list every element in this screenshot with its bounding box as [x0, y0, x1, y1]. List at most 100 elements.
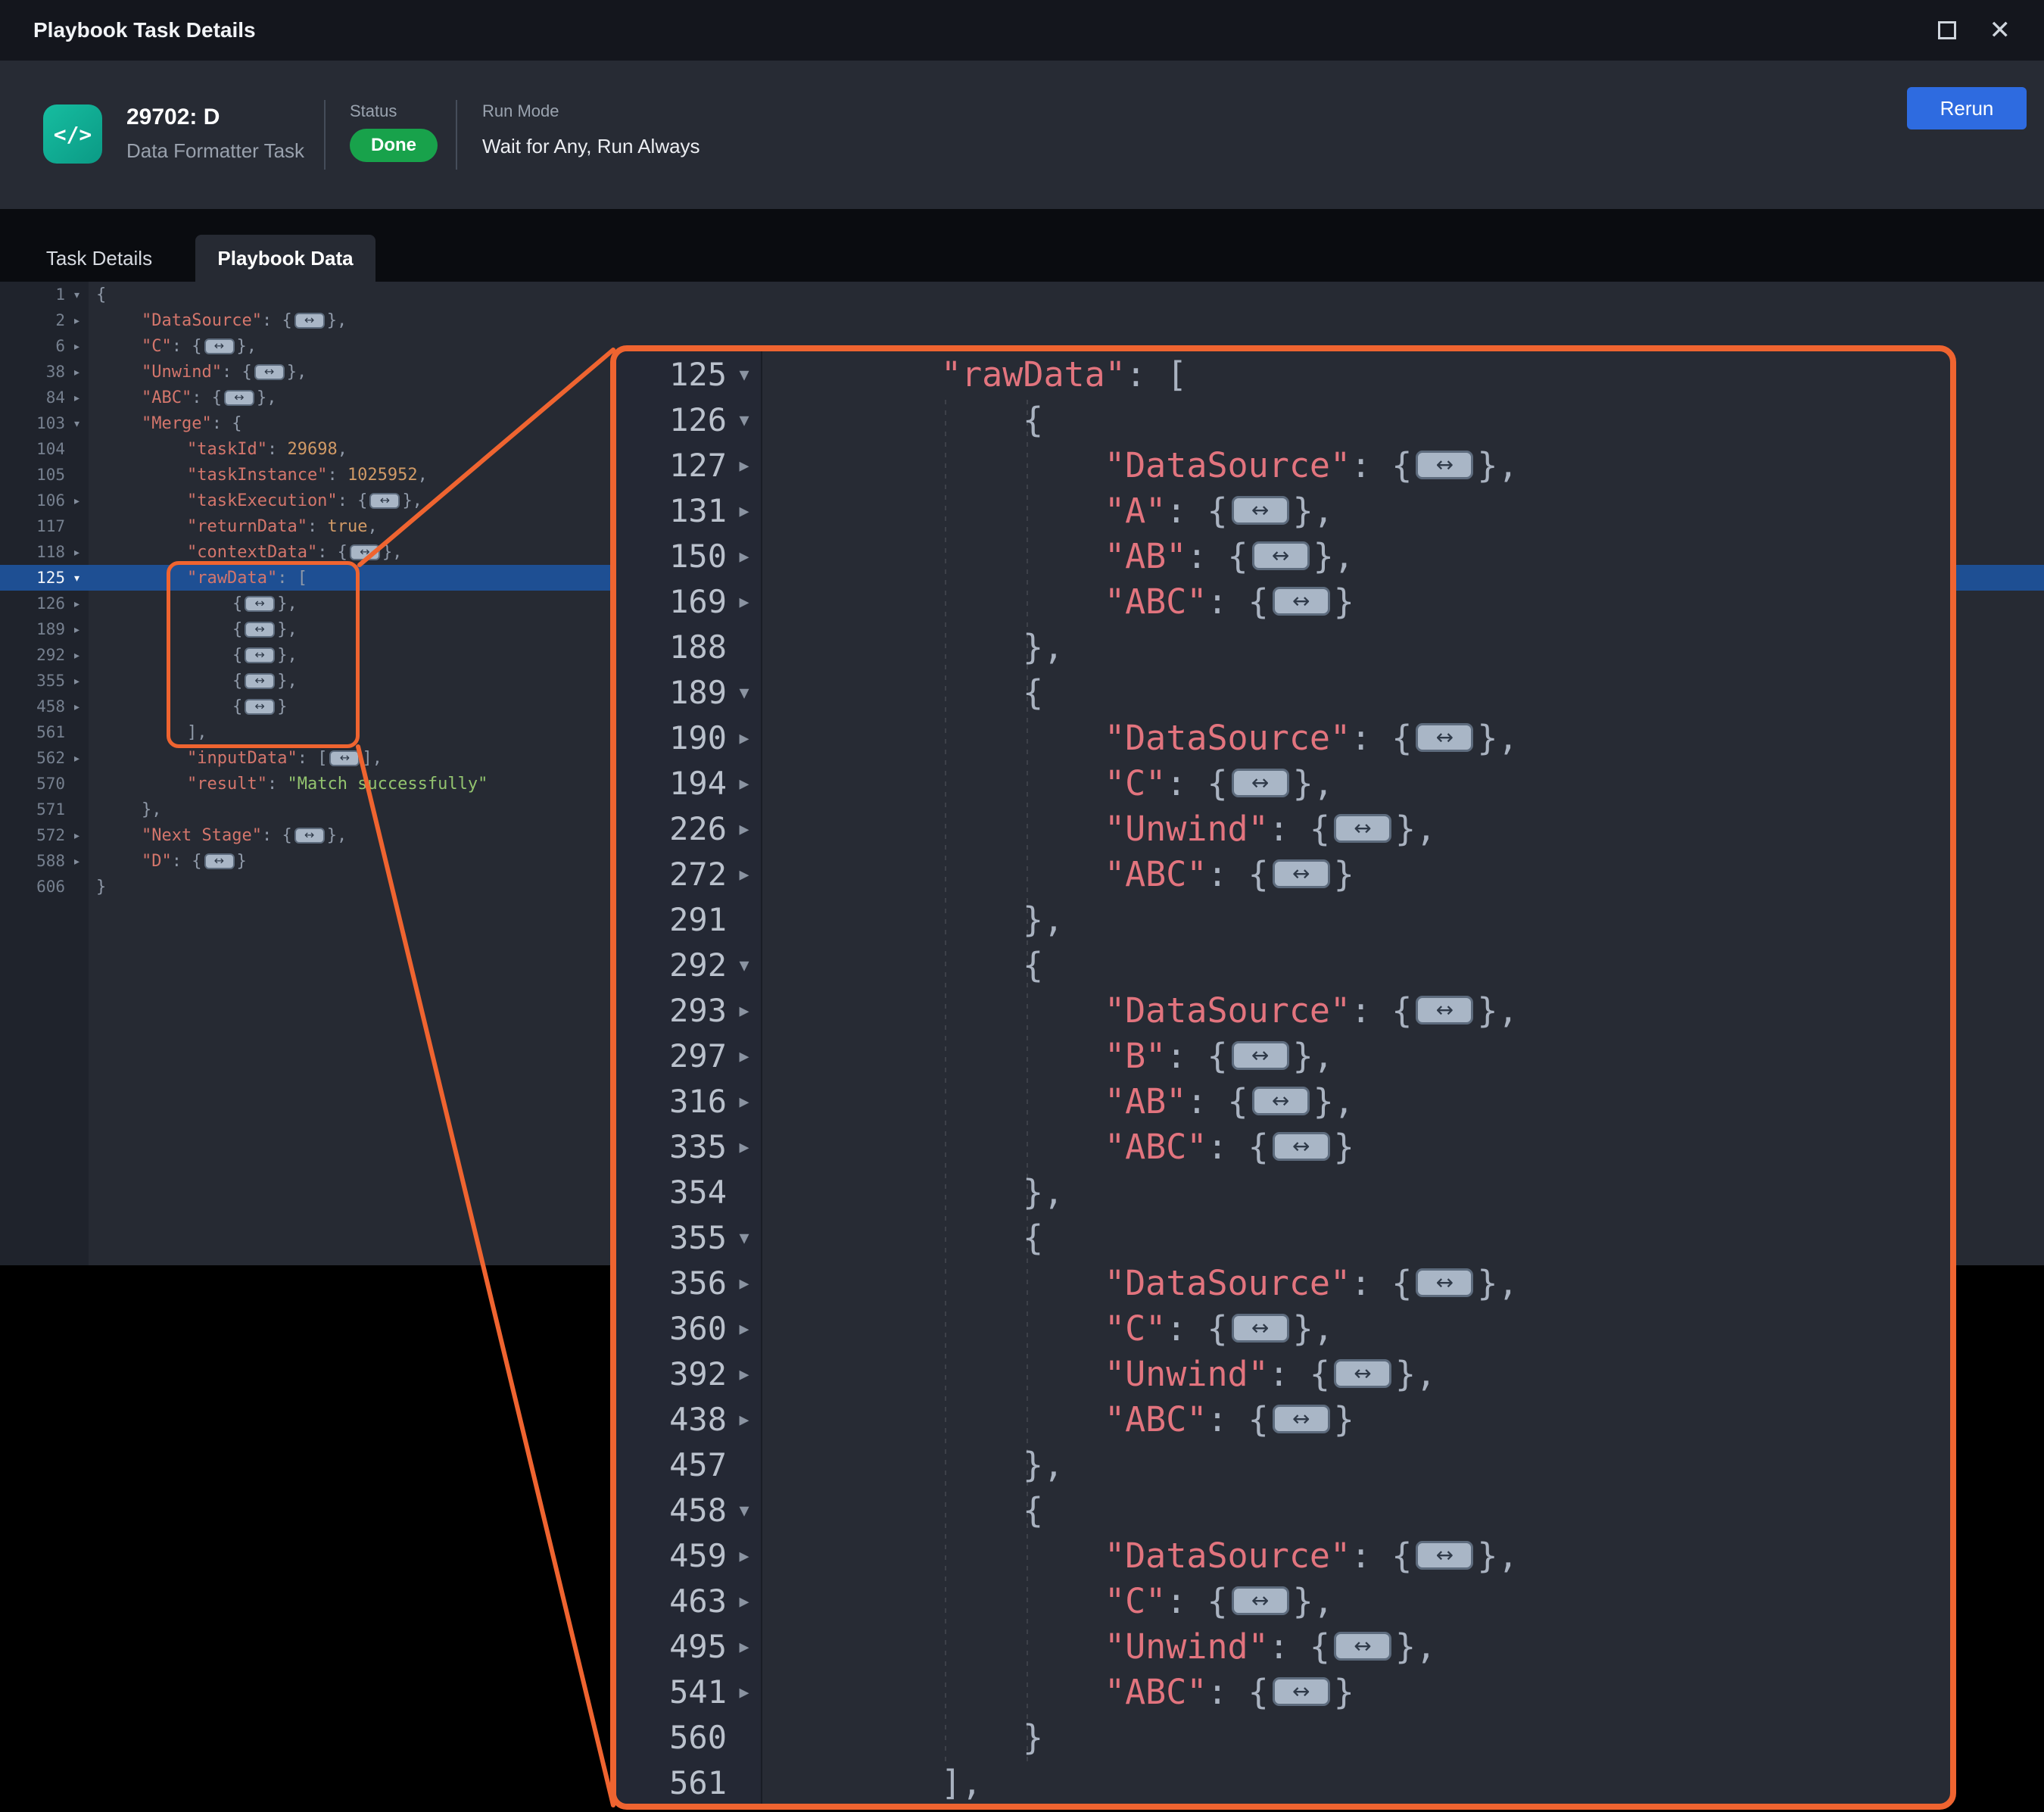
zoom-tree-row[interactable]: 190▸"DataSource": {↔}, [616, 715, 1950, 760]
zoom-tree-row[interactable]: 292▾{ [616, 942, 1950, 987]
zoom-tree-row[interactable]: 360▸"C": {↔}, [616, 1305, 1950, 1351]
collapsed-content-pill[interactable]: ↔ [294, 313, 325, 329]
collapsed-content-pill[interactable]: ↔ [1273, 1132, 1330, 1161]
fold-expand-icon[interactable]: ▸ [727, 1317, 762, 1340]
zoom-tree-row[interactable]: 189▾{ [616, 669, 1950, 715]
zoom-tree-row[interactable]: 335▸"ABC": {↔} [616, 1124, 1950, 1169]
collapsed-content-pill[interactable]: ↔ [1232, 496, 1289, 525]
fold-expand-icon[interactable]: ▸ [727, 1135, 762, 1159]
fold-expand-icon[interactable]: ▸ [727, 1635, 762, 1658]
zoom-tree-row[interactable]: 458▾{ [616, 1487, 1950, 1533]
fold-collapse-icon[interactable]: ▾ [727, 1226, 762, 1249]
fold-expand-icon[interactable]: ▸ [727, 590, 762, 613]
zoom-tree-row[interactable]: 463▸"C": {↔}, [616, 1578, 1950, 1623]
zoom-tree-row[interactable]: 356▸"DataSource": {↔}, [616, 1260, 1950, 1305]
collapsed-content-pill[interactable]: ↔ [1334, 1359, 1391, 1388]
collapsed-content-pill[interactable]: ↔ [350, 544, 380, 560]
collapsed-content-pill[interactable]: ↔ [1334, 1632, 1391, 1661]
fold-expand-icon[interactable]: ▸ [727, 1271, 762, 1295]
collapsed-content-pill[interactable]: ↔ [245, 673, 275, 689]
collapsed-content-pill[interactable]: ↔ [1232, 1314, 1289, 1343]
tree-row[interactable]: 2▸"DataSource": {↔}, [0, 307, 2044, 333]
zoom-tree-row[interactable]: 392▸"Unwind": {↔}, [616, 1351, 1950, 1396]
fold-collapse-icon[interactable]: ▾ [727, 953, 762, 977]
zoom-tree-row[interactable]: 291}, [616, 897, 1950, 942]
zoom-tree-row[interactable]: 438▸"ABC": {↔} [616, 1396, 1950, 1442]
fold-expand-icon[interactable]: ▸ [65, 752, 89, 765]
fold-expand-icon[interactable]: ▸ [727, 499, 762, 522]
collapsed-content-pill[interactable]: ↔ [1416, 1541, 1473, 1570]
fold-collapse-icon[interactable]: ▾ [727, 1499, 762, 1522]
zoom-tree-row[interactable]: 125▾"rawData": [ [616, 351, 1950, 397]
zoom-tree-row[interactable]: 541▸"ABC": {↔} [616, 1669, 1950, 1714]
fold-expand-icon[interactable]: ▸ [65, 829, 89, 842]
fold-expand-icon[interactable]: ▸ [727, 1044, 762, 1068]
zoom-tree-row[interactable]: 560} [616, 1714, 1950, 1760]
fold-expand-icon[interactable]: ▸ [727, 1362, 762, 1386]
collapsed-content-pill[interactable]: ↔ [1416, 996, 1473, 1025]
collapsed-content-pill[interactable]: ↔ [1232, 1041, 1289, 1070]
fold-collapse-icon[interactable]: ▾ [727, 681, 762, 704]
rerun-button[interactable]: Rerun [1907, 87, 2027, 129]
zoom-tree-row[interactable]: 194▸"C": {↔}, [616, 760, 1950, 806]
fold-expand-icon[interactable]: ▸ [727, 726, 762, 750]
collapsed-content-pill[interactable]: ↔ [224, 390, 254, 406]
maximize-icon[interactable] [1938, 21, 1956, 39]
collapsed-content-pill[interactable]: ↔ [245, 596, 275, 612]
fold-expand-icon[interactable]: ▸ [727, 1408, 762, 1431]
fold-collapse-icon[interactable]: ▾ [65, 417, 89, 430]
tab-task-details[interactable]: Task Details [20, 235, 179, 282]
collapsed-content-pill[interactable]: ↔ [245, 699, 275, 715]
zoom-tree-row[interactable]: 169▸"ABC": {↔} [616, 579, 1950, 624]
zoom-tree-row[interactable]: 354}, [616, 1169, 1950, 1215]
fold-expand-icon[interactable]: ▸ [727, 544, 762, 568]
zoom-tree-row[interactable]: 126▾{ [616, 397, 1950, 442]
zoom-tree-row[interactable]: 293▸"DataSource": {↔}, [616, 987, 1950, 1033]
collapsed-content-pill[interactable]: ↔ [1273, 587, 1330, 616]
collapsed-content-pill[interactable]: ↔ [1273, 1405, 1330, 1433]
zoom-tree-row[interactable]: 188}, [616, 624, 1950, 669]
collapsed-content-pill[interactable]: ↔ [1334, 814, 1391, 843]
collapsed-content-pill[interactable]: ↔ [245, 622, 275, 638]
fold-expand-icon[interactable]: ▸ [65, 623, 89, 636]
fold-expand-icon[interactable]: ▸ [65, 366, 89, 379]
collapsed-content-pill[interactable]: ↔ [1252, 541, 1310, 570]
collapsed-content-pill[interactable]: ↔ [254, 364, 285, 380]
collapsed-content-pill[interactable]: ↔ [1273, 1677, 1330, 1706]
collapsed-content-pill[interactable]: ↔ [204, 853, 235, 869]
fold-expand-icon[interactable]: ▸ [65, 675, 89, 688]
collapsed-content-pill[interactable]: ↔ [1252, 1087, 1310, 1115]
fold-expand-icon[interactable]: ▸ [727, 817, 762, 841]
zoom-tree-row[interactable]: 561], [616, 1760, 1950, 1805]
collapsed-content-pill[interactable]: ↔ [294, 828, 325, 844]
fold-expand-icon[interactable]: ▸ [65, 494, 89, 507]
fold-collapse-icon[interactable]: ▾ [727, 363, 762, 386]
fold-expand-icon[interactable]: ▸ [727, 1589, 762, 1613]
fold-expand-icon[interactable]: ▸ [65, 649, 89, 662]
collapsed-content-pill[interactable]: ↔ [369, 493, 400, 509]
zoom-tree-row[interactable]: 226▸"Unwind": {↔}, [616, 806, 1950, 851]
fold-expand-icon[interactable]: ▸ [727, 772, 762, 795]
fold-collapse-icon[interactable]: ▾ [65, 572, 89, 585]
collapsed-content-pill[interactable]: ↔ [1416, 1268, 1473, 1297]
collapsed-content-pill[interactable]: ↔ [1232, 1586, 1289, 1615]
fold-expand-icon[interactable]: ▸ [65, 391, 89, 404]
zoom-tree-row[interactable]: 127▸"DataSource": {↔}, [616, 442, 1950, 488]
collapsed-content-pill[interactable]: ↔ [329, 750, 360, 766]
zoom-tree-row[interactable]: 495▸"Unwind": {↔}, [616, 1623, 1950, 1669]
fold-expand-icon[interactable]: ▸ [727, 1544, 762, 1567]
fold-expand-icon[interactable]: ▸ [727, 1090, 762, 1113]
fold-expand-icon[interactable]: ▸ [65, 597, 89, 610]
fold-collapse-icon[interactable]: ▾ [65, 288, 89, 301]
fold-expand-icon[interactable]: ▸ [727, 999, 762, 1022]
fold-expand-icon[interactable]: ▸ [65, 855, 89, 868]
collapsed-content-pill[interactable]: ↔ [1273, 859, 1330, 888]
fold-expand-icon[interactable]: ▸ [727, 862, 762, 886]
collapsed-content-pill[interactable]: ↔ [245, 647, 275, 663]
close-icon[interactable]: ✕ [1989, 17, 2011, 43]
collapsed-content-pill[interactable]: ↔ [1416, 451, 1473, 479]
fold-expand-icon[interactable]: ▸ [65, 340, 89, 353]
zoom-tree-row[interactable]: 316▸"AB": {↔}, [616, 1078, 1950, 1124]
tree-row[interactable]: 1▾{ [0, 282, 2044, 307]
collapsed-content-pill[interactable]: ↔ [204, 338, 235, 354]
